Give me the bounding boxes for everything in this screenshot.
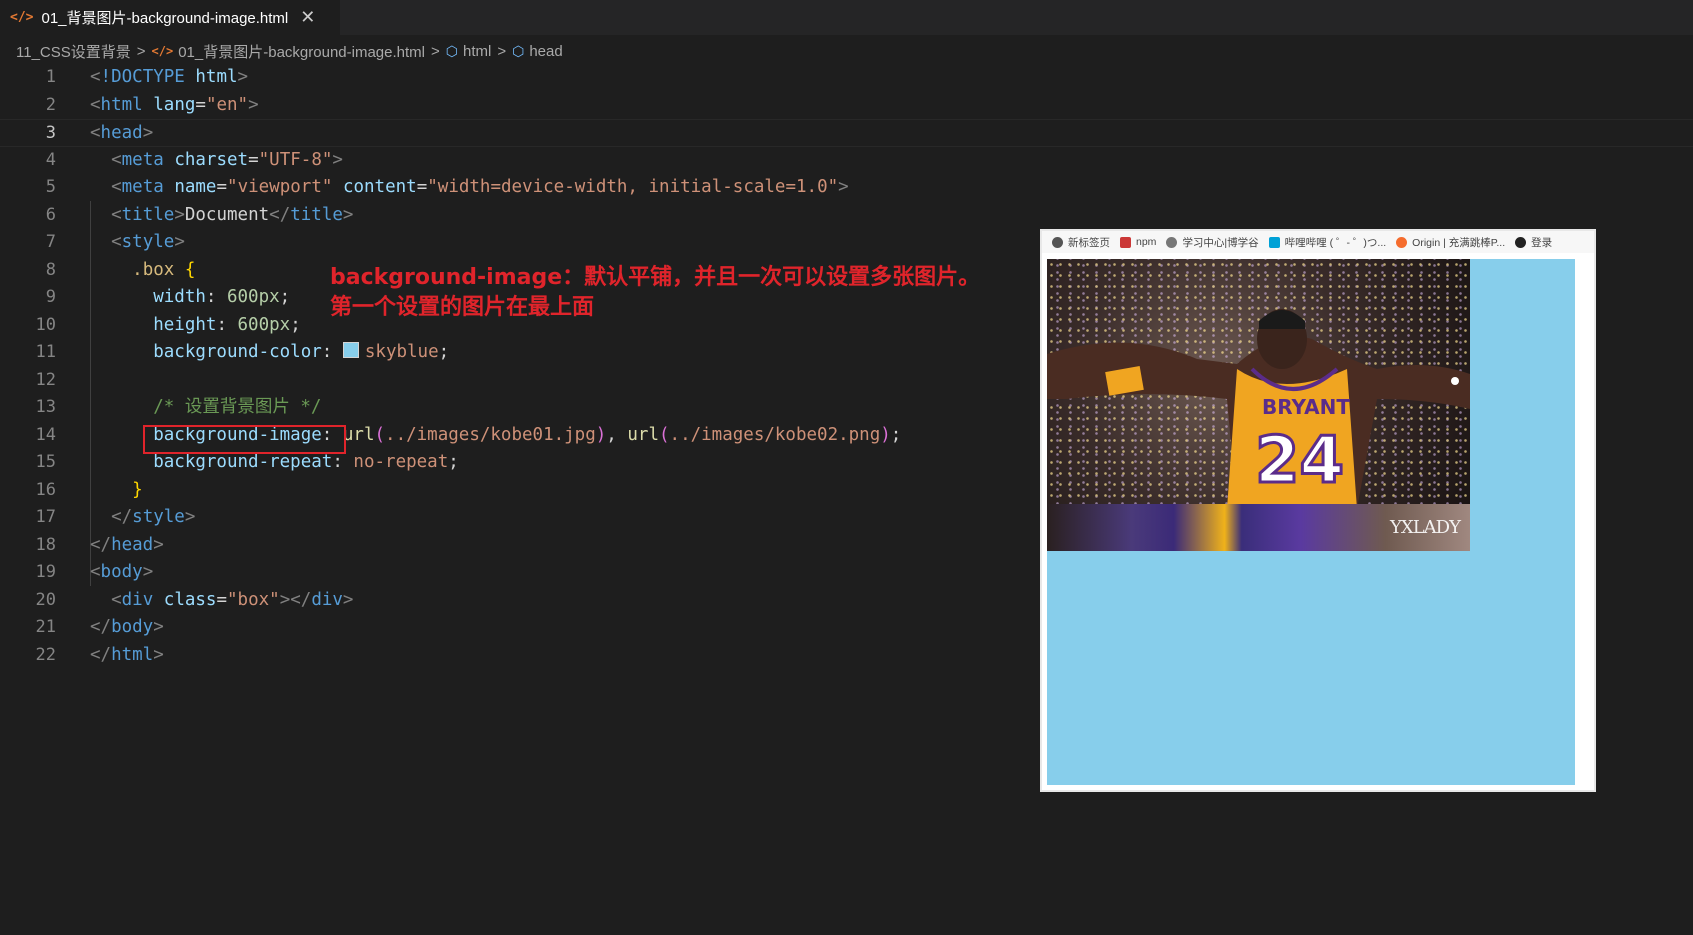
line-number: 19 xyxy=(35,562,56,582)
annotation-line-2: 第一个设置的图片在最上面 xyxy=(330,295,595,320)
globe-icon xyxy=(1166,236,1178,248)
line-number: 8 xyxy=(45,259,56,280)
line-number: 1 xyxy=(45,67,56,87)
line-number: 2 xyxy=(45,94,56,115)
breadcrumb-folder[interactable]: 11_CSS设置背景 xyxy=(16,41,131,62)
line-number: 16 xyxy=(35,479,56,500)
chevron-right-icon: > xyxy=(431,42,440,60)
code-line: <div class="box"></div> xyxy=(111,589,354,610)
bookmark-item[interactable]: 学习中心|博学谷 xyxy=(1166,235,1259,250)
bookmark-item[interactable]: 登录 xyxy=(1515,235,1552,250)
jersey-number: 24 xyxy=(1255,424,1344,498)
tab-bar: </> 01_背景图片-background-image.html ✕ xyxy=(0,0,1693,35)
line-number: 12 xyxy=(35,369,56,390)
line-number: 3 xyxy=(45,123,56,143)
html-file-icon: </> xyxy=(10,10,34,25)
line-number: 18 xyxy=(35,534,56,555)
line-number: 14 xyxy=(35,424,56,445)
bookmark-item[interactable]: 哔哩哔哩 ( ゜- ゜)つ... xyxy=(1268,235,1386,250)
code-line: <html lang="en"> xyxy=(90,94,259,115)
code-line: <!DOCTYPE html> xyxy=(90,67,249,87)
annotation: background-image：默认平铺，并且一次可以设置多张图片。 第一个设… xyxy=(330,263,980,323)
code-line: background-color: skyblue; xyxy=(153,342,450,362)
breadcrumb-html[interactable]: html xyxy=(463,43,491,60)
tab-filename: 01_背景图片-background-image.html xyxy=(41,10,289,27)
line-number: 20 xyxy=(35,589,56,610)
bookmarks-bar: 新标签页 npm 学习中心|博学谷 哔哩哔哩 ( ゜- ゜)つ... Origi… xyxy=(1042,231,1594,253)
color-swatch[interactable] xyxy=(342,342,359,358)
code-line: </body> xyxy=(90,617,164,637)
slider-dot xyxy=(1451,377,1459,385)
line-number: 9 xyxy=(45,287,56,307)
line-number: 11 xyxy=(35,342,56,362)
code-line: height: 600px; xyxy=(153,314,301,335)
chevron-right-icon: > xyxy=(497,42,507,60)
bookmark-item[interactable]: Origin | 充满跳棒P... xyxy=(1396,235,1505,250)
jersey-text: BRYANT xyxy=(1262,395,1350,419)
code-line: <meta charset="UTF-8"> xyxy=(111,149,343,170)
origin-icon xyxy=(1396,236,1408,248)
chevron-right-icon: > xyxy=(136,42,146,60)
code-line: width: 600px; xyxy=(153,287,291,307)
line-number: 21 xyxy=(35,617,56,637)
code-line: /* 设置背景图片 */ xyxy=(153,397,322,417)
browser-preview: 新标签页 npm 学习中心|博学谷 哔哩哔哩 ( ゜- ゜)つ... Origi… xyxy=(1040,229,1596,792)
bilibili-icon xyxy=(1268,236,1280,248)
breadcrumb-head[interactable]: head xyxy=(529,43,562,60)
line-number: 10 xyxy=(35,314,56,335)
line-number: 5 xyxy=(45,177,56,197)
editor-tab[interactable]: </> 01_背景图片-background-image.html ✕ xyxy=(0,0,340,35)
code-line: </html> xyxy=(90,644,164,665)
code-line: </style> xyxy=(111,507,196,527)
line-number: 17 xyxy=(35,507,56,527)
globe-icon xyxy=(1052,236,1063,248)
line-number: 4 xyxy=(45,149,56,170)
annotation-line-1: background-image：默认平铺，并且一次可以设置多张图片。 xyxy=(330,265,981,290)
skyblue-box: BRYANT 24 YXLADY xyxy=(1047,259,1575,785)
cube-icon: ⬡ xyxy=(512,42,525,59)
breadcrumb: 11_CSS设置背景 > </> 01_背景图片-background-imag… xyxy=(0,38,1693,64)
line-number: 13 xyxy=(35,397,56,417)
code-line: <title>Document</title> xyxy=(111,204,354,225)
watermark: YXLADY xyxy=(1390,517,1461,538)
bookmark-item[interactable]: npm xyxy=(1120,236,1156,248)
code-line: <style> xyxy=(111,232,185,252)
html-file-icon: </> xyxy=(151,44,174,58)
line-number: 22 xyxy=(35,644,56,665)
line-number: 15 xyxy=(35,452,56,472)
background-image-kobe: BRYANT 24 YXLADY xyxy=(1047,259,1470,551)
login-icon xyxy=(1515,236,1527,248)
code-line: } xyxy=(132,479,143,500)
code-line: </head> xyxy=(90,534,164,555)
code-line: <head> xyxy=(90,123,154,143)
npm-icon xyxy=(1120,236,1131,248)
breadcrumb-file[interactable]: 01_背景图片-background-image.html xyxy=(178,41,425,62)
close-icon[interactable]: ✕ xyxy=(300,7,315,28)
code-line: <body> xyxy=(90,562,154,582)
bookmark-item[interactable]: 新标签页 xyxy=(1052,235,1110,250)
line-number: 7 xyxy=(45,232,56,252)
code-line: <meta name="viewport" content="width=dev… xyxy=(111,177,849,197)
highlight-box xyxy=(143,425,346,454)
line-number: 6 xyxy=(45,204,56,225)
code-line: .box { xyxy=(132,259,196,280)
cube-icon: ⬡ xyxy=(445,42,458,59)
